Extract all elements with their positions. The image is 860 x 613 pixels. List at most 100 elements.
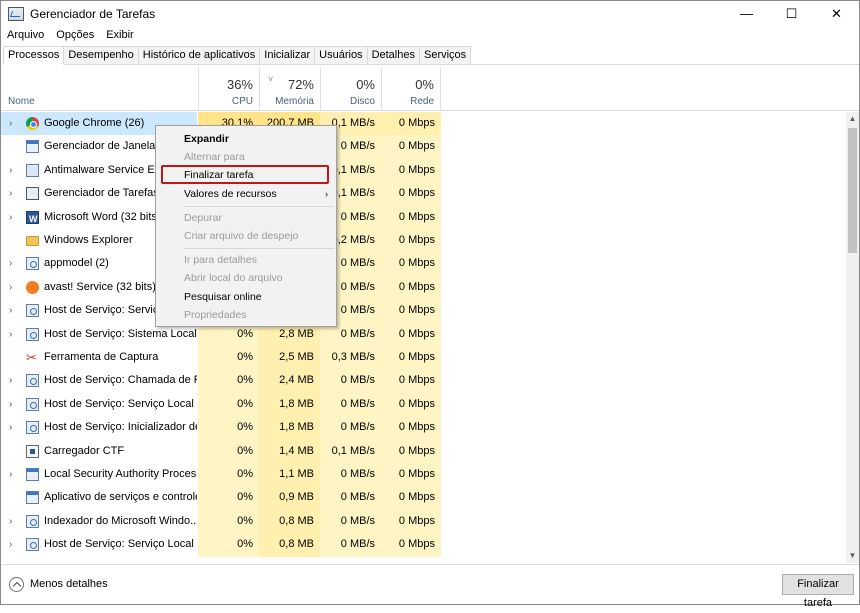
process-name-cell: › Host de Serviço: Chamada de P... [1, 369, 197, 392]
memory-value: 1,1 MB [259, 463, 320, 487]
maximize-button[interactable]: ☐ [769, 1, 814, 26]
chevron-right-icon: › [325, 189, 328, 199]
process-row[interactable]: Carregador CTF 0% 1,4 MB 0,1 MB/s 0 Mbps [1, 439, 846, 463]
network-value: 0 Mbps [381, 509, 441, 534]
network-value: 0 Mbps [381, 158, 441, 183]
process-name-cell: Carregador CTF [1, 440, 197, 463]
disk-value: 0 MB/s [320, 369, 381, 393]
chevron-right-icon[interactable]: › [9, 159, 12, 182]
tab-usuarios[interactable]: Usuários [314, 46, 368, 64]
chevron-right-icon[interactable]: › [9, 182, 12, 205]
highlight-annotation [161, 165, 329, 184]
disk-value: 0,1 MB/s [320, 439, 381, 463]
gear-icon [26, 514, 39, 528]
process-row[interactable]: › Host de Serviço: Chamada de P... 0% 2,4 M… [1, 369, 846, 393]
task-manager-icon [26, 187, 39, 201]
cpu-value: 0% [198, 439, 259, 463]
network-value: 0 Mbps [381, 346, 441, 370]
network-label: Rede [410, 96, 434, 107]
process-row[interactable]: › Antimalware Service Exec 0,1 MB/s 0 Mbps [1, 158, 846, 183]
column-header: Nome 36% CPU ˅ 72% Memória 0% Disco 0% R… [1, 67, 859, 111]
process-row[interactable]: › Host de Serviço: Serviço Local (... 0% 1,… [1, 392, 846, 417]
ctx-valores-recursos[interactable]: Valores de recursos › [156, 185, 336, 203]
chevron-right-icon[interactable]: › [9, 510, 12, 533]
minimize-button[interactable]: — [724, 1, 769, 26]
disk-total: 0% [356, 77, 375, 92]
ctx-pesquisar-online[interactable]: Pesquisar online [156, 288, 336, 306]
process-name: appmodel (2) [44, 257, 109, 270]
word-icon [26, 208, 39, 229]
network-value: 0 Mbps [381, 463, 441, 487]
process-row[interactable]: › appmodel (2) 0 MB/s 0 Mbps [1, 252, 846, 276]
network-total: 0% [415, 77, 434, 92]
process-name: avast! Service (32 bits) [44, 280, 156, 293]
process-name: Antimalware Service Exec [44, 163, 172, 176]
cpu-value: 0% [198, 463, 259, 487]
tab-servicos[interactable]: Serviços [418, 46, 472, 64]
window-icon [26, 140, 39, 154]
disk-value: 0 MB/s [320, 416, 381, 440]
cpu-label: CPU [231, 96, 253, 107]
chevron-right-icon[interactable]: › [9, 323, 12, 346]
process-row[interactable]: › Host de Serviço: Serviço Local (... 0% 0,… [1, 533, 846, 557]
menu-arquivo[interactable]: Arquivo [1, 26, 50, 44]
cpu-value: 0% [198, 486, 259, 510]
less-details-link[interactable]: Menos detalhes [30, 578, 108, 590]
chevron-right-icon[interactable]: › [9, 112, 12, 135]
process-row[interactable]: Gerenciador de Janelas da 0 MB/s 0 Mbps [1, 135, 846, 159]
process-row[interactable]: › Gerenciador de Tarefas 0,1 MB/s 0 Mbps [1, 182, 846, 206]
chevron-up-icon[interactable] [9, 577, 24, 592]
end-task-button[interactable]: Finalizar tarefa [782, 574, 854, 609]
process-row[interactable]: Aplicativo de serviços e controle 0% 0,9 M… [1, 486, 846, 510]
chevron-right-icon[interactable]: › [9, 206, 12, 229]
ctx-propriedades: Propriedades [184, 309, 247, 321]
tab-inicializar[interactable]: Inicializar [259, 46, 316, 64]
column-network[interactable]: 0% Rede [381, 67, 441, 111]
process-name-cell: › Host de Serviço: Serviço Local (... [1, 393, 197, 416]
process-row[interactable]: › Indexador do Microsoft Windo... 0% 0,8 MB… [1, 509, 846, 534]
close-button[interactable]: ✕ [814, 1, 859, 26]
scroll-down-icon[interactable]: ▼ [846, 550, 859, 562]
menu-opcoes[interactable]: Opções [50, 26, 100, 44]
process-row[interactable]: Windows Explorer 0,2 MB/s 0 Mbps [1, 229, 846, 253]
tab-desempenho[interactable]: Desempenho [63, 46, 139, 64]
process-row[interactable]: ›Microsoft Word (32 bits)0 MB/s0 Mbps [1, 205, 846, 229]
ctx-expandir[interactable]: Expandir [156, 130, 336, 148]
memory-value: 1,8 MB [259, 392, 320, 417]
column-disk[interactable]: 0% Disco [320, 67, 381, 111]
memory-label: Memória [275, 96, 314, 107]
chevron-right-icon[interactable]: › [9, 463, 12, 486]
column-cpu[interactable]: 36% CPU [198, 67, 259, 111]
process-row[interactable]: › avast! Service (32 bits) 0 MB/s 0 Mbps [1, 275, 846, 300]
vertical-scrollbar[interactable]: ▲ ▼ [846, 112, 859, 563]
chevron-right-icon[interactable]: › [9, 276, 12, 299]
chevron-right-icon[interactable]: › [9, 416, 12, 439]
tab-historico[interactable]: Histórico de aplicativos [137, 46, 261, 64]
process-row[interactable]: › Google Chrome (26) 30,1% 200,7 MB 0,1 MB/s… [1, 112, 846, 136]
process-name-cell: Ferramenta de Captura [1, 346, 197, 369]
process-row[interactable]: Ferramenta de Captura 0%2,5 MB0,3 MB/s0 M… [1, 346, 846, 370]
process-name: Aplicativo de serviços e controle [44, 491, 197, 504]
tab-processos[interactable]: Processos [3, 46, 65, 65]
process-name-cell: › Local Security Authority Proces... [1, 463, 197, 486]
process-row[interactable]: › Local Security Authority Proces... 0% 1,1… [1, 463, 846, 487]
menu-exibir[interactable]: Exibir [100, 26, 140, 44]
chevron-right-icon[interactable]: › [9, 299, 12, 322]
cpu-total: 36% [226, 77, 253, 92]
gear-icon [26, 304, 39, 318]
disk-value: 0 MB/s [320, 486, 381, 510]
chevron-right-icon[interactable]: › [9, 393, 12, 416]
process-name: Google Chrome (26) [44, 117, 145, 129]
scroll-up-icon[interactable]: ▲ [846, 113, 859, 125]
chevron-right-icon[interactable]: › [9, 533, 12, 556]
column-memory[interactable]: ˅ 72% Memória [259, 67, 320, 111]
column-name[interactable]: Nome [1, 67, 198, 111]
scroll-thumb[interactable] [848, 128, 857, 253]
tab-detalhes[interactable]: Detalhes [366, 46, 420, 64]
column-name-label: Nome [8, 96, 35, 107]
chevron-right-icon[interactable]: › [9, 369, 12, 392]
process-row[interactable]: › Host de Serviço: Sistema Local (... 0% 2,… [1, 322, 846, 346]
chevron-right-icon[interactable]: › [9, 252, 12, 275]
process-row[interactable]: › Host de Serviço: Serviço d0 MB/s 0 Mbps [1, 299, 846, 323]
process-row[interactable]: › Host de Serviço: Inicializador de... 0% 1… [1, 416, 846, 440]
